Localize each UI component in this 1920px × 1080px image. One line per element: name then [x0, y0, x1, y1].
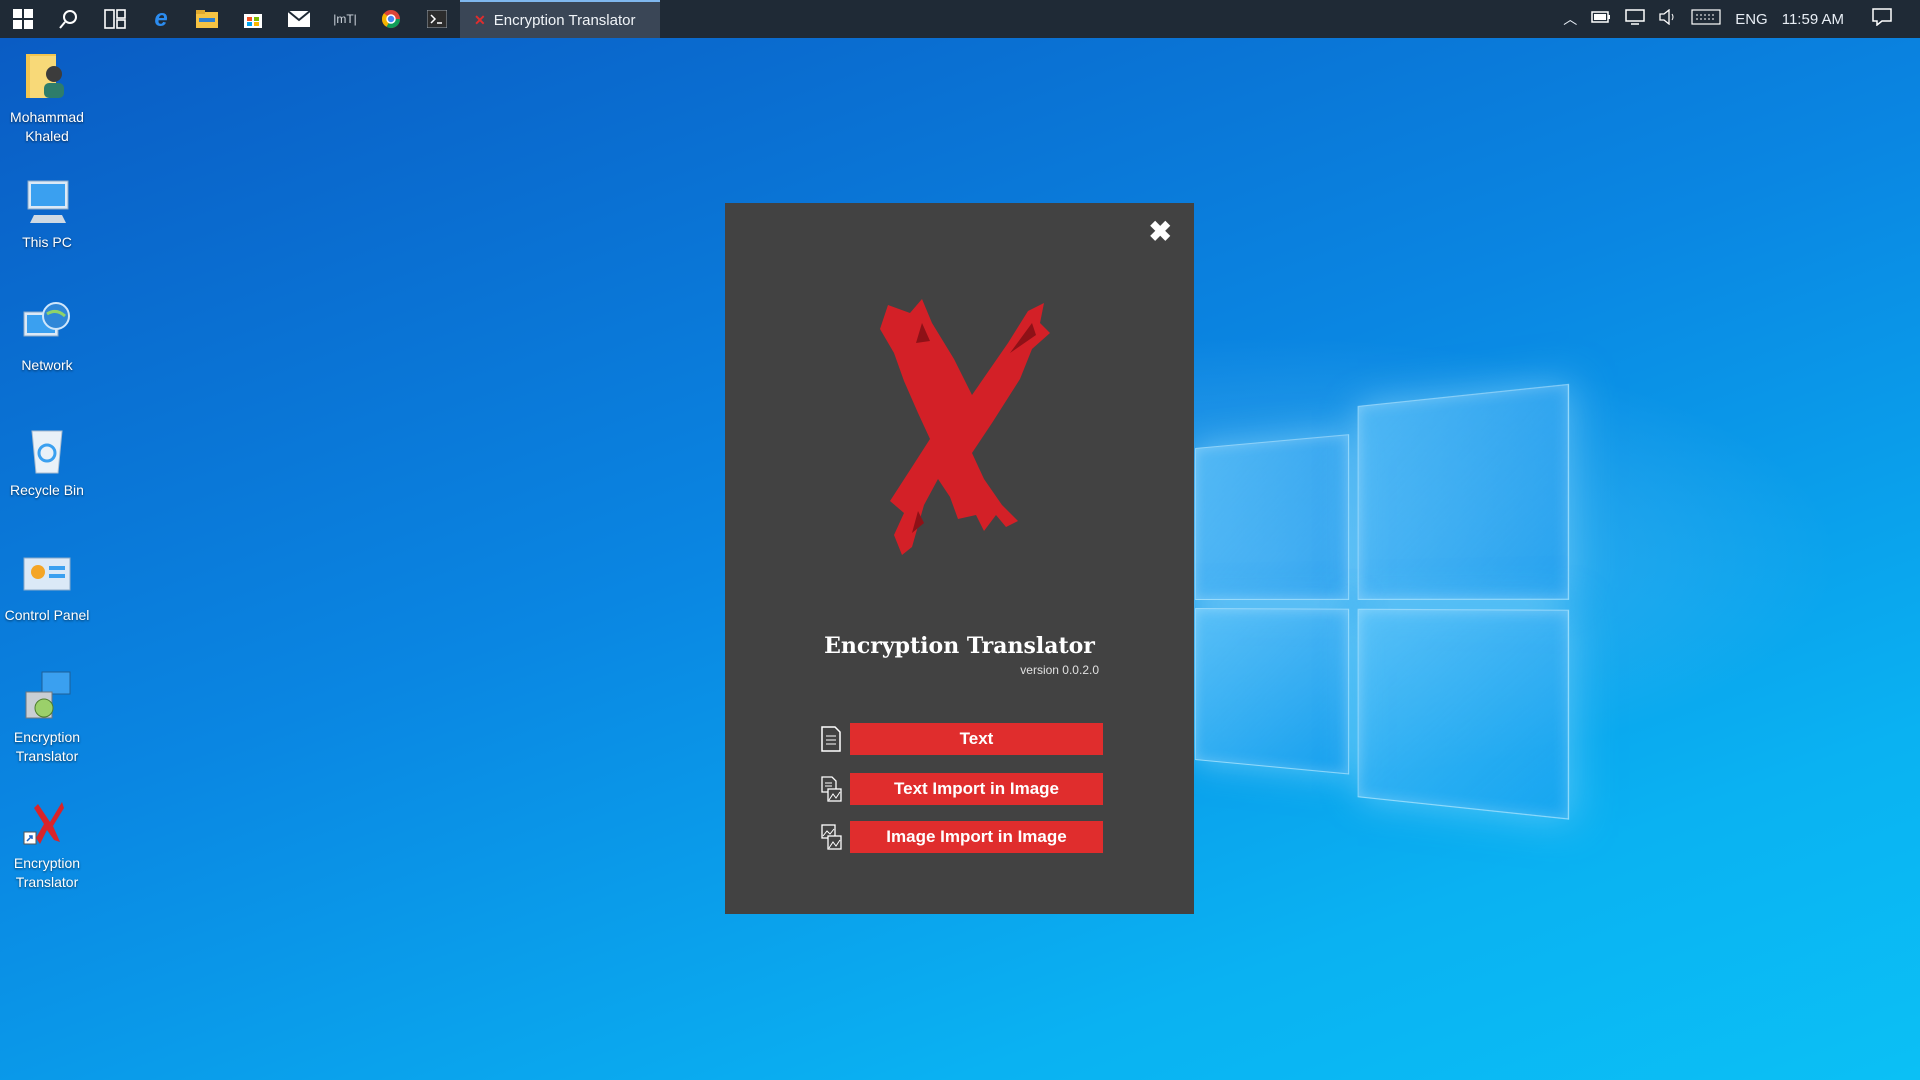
- notification-icon[interactable]: [1872, 8, 1892, 30]
- windows-logo-wallpaper: [1195, 383, 1570, 820]
- windows-start-icon[interactable]: [0, 0, 46, 38]
- desktop-icon-encryption-translator-shortcut[interactable]: Encryption Translator: [0, 796, 94, 892]
- store-icon[interactable]: [230, 0, 276, 38]
- menu-row-text-import-in-image: Text Import in Image: [820, 773, 1103, 805]
- battery-icon[interactable]: [1591, 10, 1611, 28]
- search-icon[interactable]: [46, 0, 92, 38]
- desktop-icon-network[interactable]: Network: [0, 298, 94, 375]
- user-folder-icon: [20, 50, 74, 104]
- network-icon[interactable]: [1625, 9, 1645, 29]
- x-logo-icon: [20, 796, 74, 850]
- desktop-icon-label: Network: [21, 357, 73, 373]
- taskbar: e |mT| ✕ Encryption Translator ︿ ENG 11:…: [0, 0, 1920, 38]
- text-button[interactable]: Text: [850, 723, 1103, 755]
- app-title: Encryption Translator: [824, 633, 1095, 659]
- desktop-icon-this-pc[interactable]: This PC: [0, 175, 94, 252]
- network-globe-icon: [20, 298, 74, 352]
- desktop-icon-label: Encryption Translator: [13, 855, 81, 890]
- desktop-icon-label: Mohammad Khaled: [10, 109, 84, 144]
- desktop-icon-recycle-bin[interactable]: Recycle Bin: [0, 423, 94, 500]
- file-explorer-icon[interactable]: [184, 0, 230, 38]
- desktop-icon-control-panel[interactable]: Control Panel: [0, 548, 94, 625]
- image-import-in-image-button[interactable]: Image Import in Image: [850, 821, 1103, 853]
- taskbar-app-encryption-translator[interactable]: ✕ Encryption Translator: [460, 0, 660, 38]
- menu-row-text: Text: [820, 723, 1103, 755]
- keyboard-icon[interactable]: [1691, 9, 1721, 29]
- desktop-icon-label: This PC: [22, 234, 72, 250]
- document-icon: [821, 726, 841, 752]
- chevron-up-icon[interactable]: ︿: [1563, 9, 1577, 29]
- computer-icon: [20, 175, 74, 229]
- terminal-icon[interactable]: [414, 0, 460, 38]
- edge-icon[interactable]: e: [138, 0, 184, 38]
- recycle-bin-icon: [20, 423, 74, 477]
- text-import-in-image-button[interactable]: Text Import in Image: [850, 773, 1103, 805]
- chrome-icon[interactable]: [368, 0, 414, 38]
- x-logo-icon: ✕: [474, 11, 486, 28]
- desktop-icon-label: Recycle Bin: [10, 482, 84, 498]
- image-image-icon: [821, 824, 842, 850]
- volume-icon[interactable]: [1659, 8, 1677, 29]
- encryption-translator-dialog: ✖ Encryption Translator version 0.0.2.0 …: [725, 203, 1194, 914]
- app-version: version 0.0.2.0: [1020, 663, 1099, 677]
- desktop-icon-label: Control Panel: [4, 607, 90, 623]
- text-image-icon: [821, 776, 842, 802]
- system-tray: ︿ ENG 11:59 AM: [1563, 0, 1920, 38]
- mail-icon[interactable]: [276, 0, 322, 38]
- x-logo-icon: [880, 299, 1050, 555]
- desktop-icon-label: Encryption Translator: [13, 729, 81, 764]
- clock[interactable]: 11:59 AM: [1782, 11, 1844, 28]
- desktop-icon-encryption-translator-installer[interactable]: Encryption Translator: [0, 670, 94, 766]
- language-indicator[interactable]: ENG: [1735, 11, 1768, 28]
- mt-icon[interactable]: |mT|: [322, 0, 368, 38]
- close-icon[interactable]: ✖: [1149, 215, 1172, 248]
- taskbar-app-label: Encryption Translator: [493, 11, 636, 29]
- desktop-icon-user-folder[interactable]: Mohammad Khaled: [0, 50, 94, 146]
- installer-icon: [20, 670, 74, 724]
- menu-row-image-import-in-image: Image Import in Image: [820, 821, 1103, 853]
- task-view-icon[interactable]: [92, 0, 138, 38]
- control-panel-icon: [20, 548, 74, 602]
